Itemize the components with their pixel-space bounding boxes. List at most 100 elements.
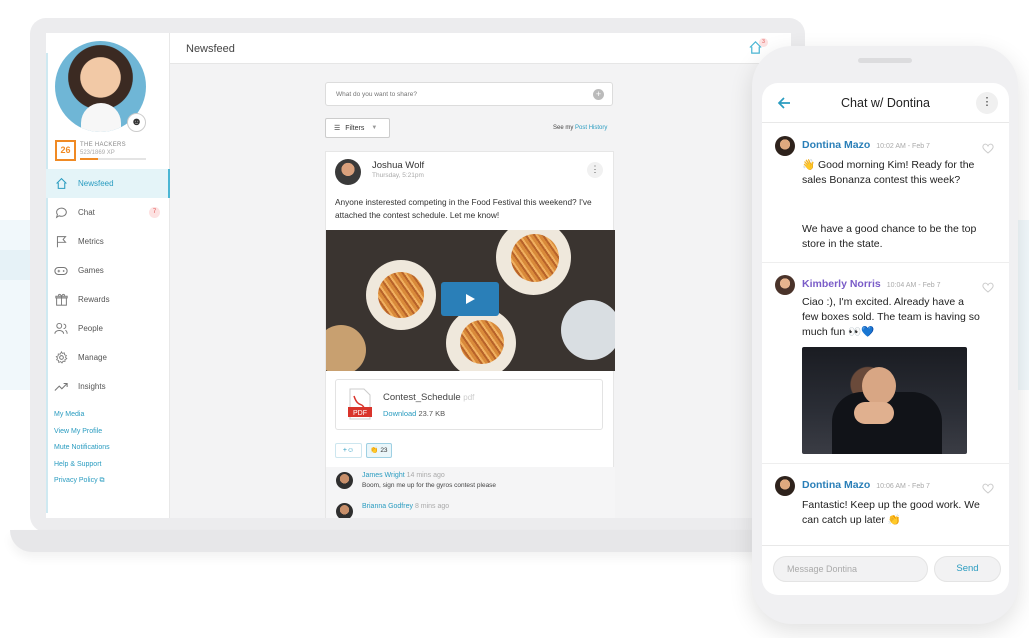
download-link[interactable]: Download <box>383 409 416 418</box>
chat-icon <box>54 206 68 220</box>
sidebar-item-label: People <box>78 324 103 333</box>
chat-title: Chat w/ Dontina <box>841 96 930 110</box>
message-input[interactable]: Message Dontina <box>773 556 928 582</box>
add-reaction-button[interactable]: +☺ <box>335 443 362 458</box>
sidebar-item-games[interactable]: Games <box>46 256 170 285</box>
comment-text: Boom, sign me up for the gyros contest p… <box>362 482 497 489</box>
sender-header: Kimberly Norris 10:04 AM - Feb 7 <box>802 278 940 290</box>
comment-header: Brianna Godfrey 8 mins ago <box>362 503 449 510</box>
more-options-icon[interactable]: ⋮ <box>587 162 603 178</box>
heart-icon[interactable] <box>982 481 994 494</box>
attachment-size: 23.7 KB <box>418 409 446 418</box>
comment-time: 14 mins ago <box>406 472 445 479</box>
pdf-icon: PDF <box>348 388 372 420</box>
sidebar-item-label: Insights <box>78 382 106 391</box>
food-plate <box>326 325 366 371</box>
sender-avatar[interactable] <box>775 476 795 496</box>
gif-person-face <box>862 367 896 405</box>
heart-icon[interactable] <box>982 280 994 293</box>
profile-badge-icon[interactable]: ☻ <box>127 113 146 132</box>
external-link-icon: ⧉ <box>99 477 105 484</box>
sidebar-item-rewards[interactable]: Rewards <box>46 285 170 314</box>
chat-header: Chat w/ Dontina ⋮ <box>762 83 1009 123</box>
xp-progress-fill <box>80 158 99 160</box>
comments-section: James Wright 14 mins ago Boom, sign me u… <box>326 467 615 518</box>
xp-text: 523/1869 XP <box>80 150 115 156</box>
chat-count-badge: 7 <box>149 207 160 218</box>
gif-person-hands <box>854 402 894 424</box>
post-author-avatar[interactable] <box>335 159 361 185</box>
filters-label: Filters <box>345 124 365 132</box>
sidebar-item-newsfeed[interactable]: Newsfeed <box>46 169 170 198</box>
gift-icon <box>54 293 68 307</box>
gamepad-icon <box>54 264 68 278</box>
message-time: 10:04 AM - Feb 7 <box>886 282 941 289</box>
home-icon <box>54 177 68 191</box>
commenter-avatar[interactable] <box>336 472 353 489</box>
attachment-filename: Contest_Schedule <box>383 392 461 403</box>
top-bar: Newsfeed 3 <box>170 33 791 64</box>
message-text: Fantastic! Keep up the good work. We can… <box>802 499 980 527</box>
filter-icon: ☰ <box>334 125 341 132</box>
link-mute-notifications[interactable]: Mute Notifications <box>54 442 110 459</box>
level-badge: 26 <box>55 140 76 161</box>
sidebar-item-insights[interactable]: Insights <box>46 372 170 401</box>
svg-text:PDF: PDF <box>353 410 367 417</box>
message-time: 10:06 AM - Feb 7 <box>876 483 930 490</box>
post-body: Anyone insterested competing in the Food… <box>335 197 592 220</box>
page-title: Newsfeed <box>186 43 235 55</box>
xp-progress-bar <box>80 158 146 160</box>
sender-name[interactable]: Kimberly Norris <box>802 278 881 290</box>
sidebar-item-label: Rewards <box>78 295 110 304</box>
phone-screen: Chat w/ Dontina ⋮ Dontina Mazo 10:02 AM -… <box>762 83 1009 595</box>
link-my-media[interactable]: My Media <box>54 409 110 426</box>
link-help-support[interactable]: Help & Support <box>54 459 110 476</box>
sender-header: Dontina Mazo 10:02 AM - Feb 7 <box>802 139 930 151</box>
sidebar-item-metrics[interactable]: Metrics <box>46 227 170 256</box>
gear-icon <box>54 351 68 365</box>
post-history-link[interactable]: Post History <box>575 125 607 131</box>
sender-avatar[interactable] <box>775 136 795 156</box>
message-text: 👋 Good morning Kim! Ready for the sales … <box>802 159 975 187</box>
post-card: Joshua Wolf Thursday, 5:21pm ⋮ Anyone in… <box>325 151 615 518</box>
share-input[interactable] <box>326 83 586 105</box>
sender-name[interactable]: Dontina Mazo <box>802 479 870 491</box>
attachment-card[interactable]: PDF Contest_Schedule pdf Download 23.7 K… <box>335 379 603 430</box>
gif-image[interactable] <box>802 347 967 454</box>
filters-button[interactable]: ☰ Filters ▼ <box>325 118 390 138</box>
sidebar-item-people[interactable]: People <box>46 314 170 343</box>
plus-icon[interactable]: + <box>593 89 604 100</box>
food-plate <box>561 300 615 360</box>
commenter-avatar[interactable] <box>336 503 353 518</box>
sidebar: ☻ 26 THE HACKERS 523/1869 XP Newsfeed Ch… <box>46 33 170 518</box>
sidebar-item-manage[interactable]: Manage <box>46 343 170 372</box>
comment-item: Brianna Godfrey 8 mins ago <box>326 498 615 518</box>
heart-icon[interactable] <box>982 141 994 154</box>
trend-icon <box>54 380 68 394</box>
chat-message: Dontina Mazo 10:02 AM - Feb 7 👋 Good morn… <box>762 124 1009 263</box>
message-text: Ciao :), I'm excited. Already have a few… <box>802 296 980 339</box>
play-button[interactable] <box>441 282 499 316</box>
fries <box>378 272 424 318</box>
people-icon <box>54 322 68 336</box>
message-time: 10:02 AM - Feb 7 <box>876 143 930 150</box>
link-privacy-policy[interactable]: Privacy Policy ⧉ <box>54 475 110 492</box>
commenter-name[interactable]: James Wright <box>362 472 405 479</box>
notification-badge: 3 <box>759 38 768 47</box>
send-button[interactable]: Send <box>934 556 1001 582</box>
attachment-name: Contest_Schedule pdf <box>383 392 474 403</box>
post-video[interactable] <box>326 230 615 371</box>
commenter-name[interactable]: Brianna Godfrey <box>362 503 413 510</box>
sidebar-item-label: Metrics <box>78 237 104 246</box>
post-author-name[interactable]: Joshua Wolf <box>372 160 424 171</box>
phone-speaker <box>858 58 912 63</box>
sidebar-item-label: Games <box>78 266 104 275</box>
sidebar-item-chat[interactable]: Chat 7 <box>46 198 170 227</box>
more-options-icon[interactable]: ⋮ <box>976 92 998 114</box>
clap-reaction-count[interactable]: 👏 23 <box>366 443 392 458</box>
sender-name[interactable]: Dontina Mazo <box>802 139 870 151</box>
chat-footer: Message Dontina Send <box>762 545 1009 595</box>
sender-avatar[interactable] <box>775 275 795 295</box>
link-view-profile[interactable]: View My Profile <box>54 426 110 443</box>
flag-icon <box>54 235 68 249</box>
